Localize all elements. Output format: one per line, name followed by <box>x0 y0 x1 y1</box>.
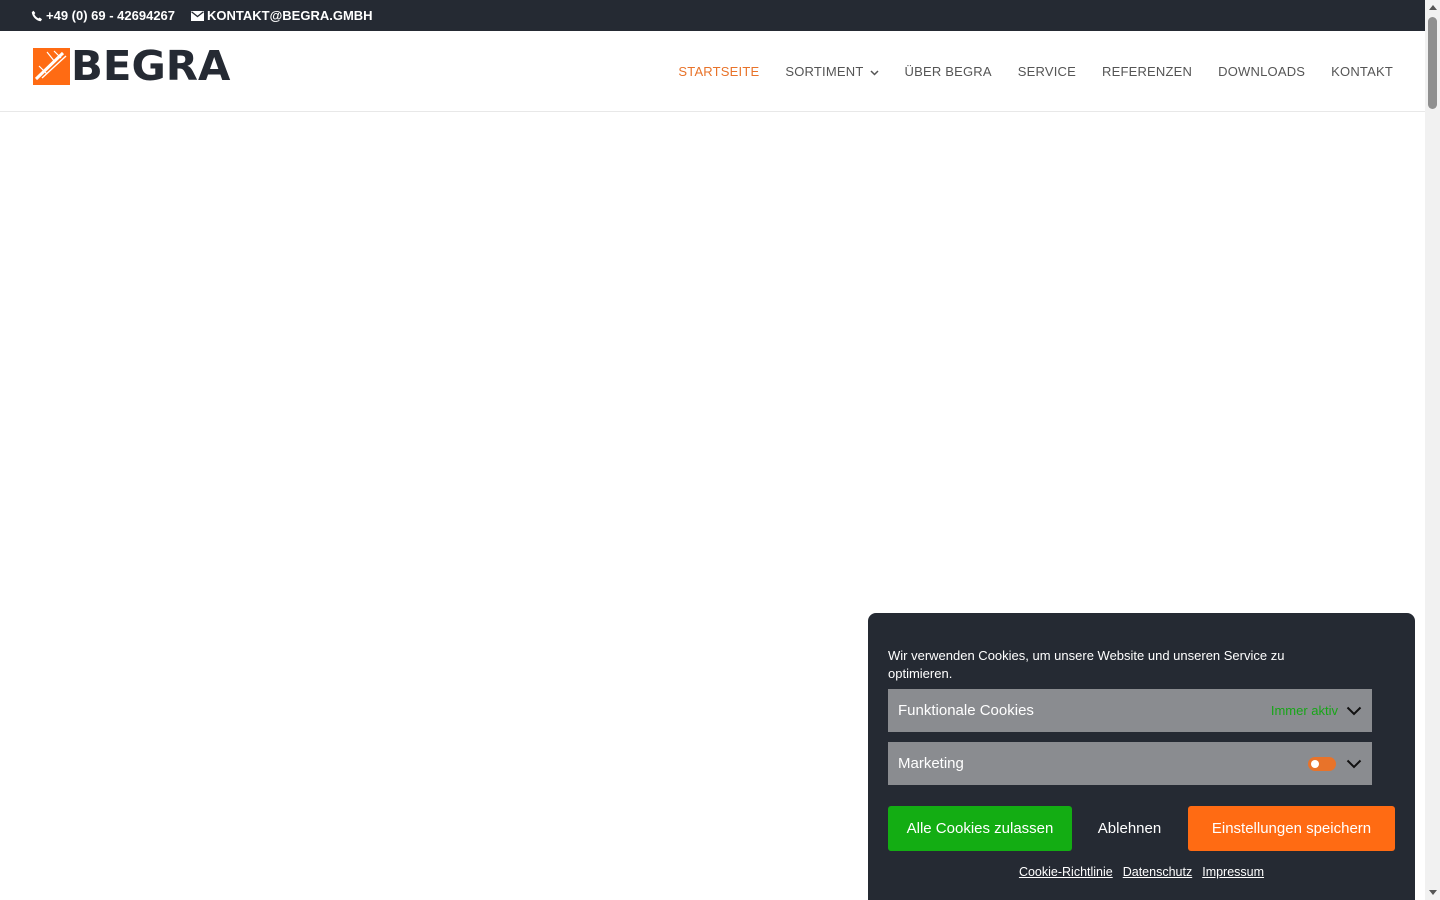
cookie-category-functional[interactable]: Funktionale Cookies Immer aktiv <box>888 689 1372 732</box>
toggle-knob <box>1311 759 1319 768</box>
privacy-link[interactable]: Datenschutz <box>1123 865 1192 879</box>
nav-item-downloads[interactable]: DOWNLOADS <box>1218 64 1305 79</box>
site-header: BEGRA STARTSEITE SORTIMENT ÜBER BEGRA SE… <box>0 31 1425 112</box>
cookie-message: Wir verwenden Cookies, um unsere Website… <box>888 648 1285 681</box>
cookie-policy-links: Cookie-Richtlinie Datenschutz Impressum <box>868 865 1415 879</box>
email-contact[interactable]: KONTAKT@BEGRA.GMBH <box>191 8 373 23</box>
scroll-thumb[interactable] <box>1428 17 1437 109</box>
category-label: Funktionale Cookies <box>898 702 1034 719</box>
nav-item-sortiment[interactable]: SORTIMENT <box>785 63 879 79</box>
phone-number: +49 (0) 69 - 42694267 <box>46 8 176 23</box>
cookie-category-marketing[interactable]: Marketing <box>888 742 1372 785</box>
nav-label: KONTAKT <box>1331 63 1393 79</box>
nav-item-kontakt[interactable]: KONTAKT <box>1331 64 1393 79</box>
nav-item-service[interactable]: SERVICE <box>1018 64 1076 79</box>
category-label: Marketing <box>898 755 964 772</box>
site-logo[interactable]: BEGRA <box>33 42 231 90</box>
phone-contact[interactable]: +49 (0) 69 - 42694267 <box>31 8 175 23</box>
scroll-down-arrow-icon[interactable] <box>1429 890 1437 895</box>
save-settings-button[interactable]: Einstellungen speichern <box>1188 806 1395 851</box>
imprint-link[interactable]: Impressum <box>1202 865 1264 879</box>
chevron-down-icon[interactable] <box>1346 706 1362 716</box>
nav-label: SERVICE <box>1017 63 1076 79</box>
chevron-down-icon[interactable] <box>1346 759 1362 769</box>
nav-item-referenzen[interactable]: REFERENZEN <box>1102 64 1192 79</box>
mail-icon <box>191 10 205 21</box>
logo-mark-icon <box>33 48 70 85</box>
chevron-down-icon <box>869 64 879 79</box>
nav-item-startseite[interactable]: STARTSEITE <box>678 64 759 79</box>
email-address: KONTAKT@BEGRA.GMBH <box>207 8 373 23</box>
scroll-up-arrow-icon[interactable] <box>1429 5 1437 10</box>
deny-cookies-button[interactable]: Ablehnen <box>1082 806 1177 851</box>
cookie-consent-banner: Wir verwenden Cookies, um unsere Website… <box>868 613 1415 900</box>
top-contact-bar: +49 (0) 69 - 42694267 KONTAKT@BEGRA.GMBH <box>0 0 1425 31</box>
cookie-policy-link[interactable]: Cookie-Richtlinie <box>1019 865 1113 879</box>
nav-label: ÜBER BEGRA <box>904 63 992 79</box>
nav-label: DOWNLOADS <box>1218 63 1306 79</box>
accept-all-cookies-button[interactable]: Alle Cookies zulassen <box>888 806 1072 851</box>
phone-icon <box>31 10 43 22</box>
marketing-toggle[interactable] <box>1308 756 1336 771</box>
nav-item-ueber-begra[interactable]: ÜBER BEGRA <box>905 64 992 79</box>
always-active-label: Immer aktiv <box>1270 703 1338 718</box>
page-scrollbar[interactable] <box>1425 0 1440 900</box>
nav-label: REFERENZEN <box>1102 63 1193 79</box>
nav-label: SORTIMENT <box>785 63 864 79</box>
nav-label: STARTSEITE <box>678 63 760 79</box>
main-navigation: STARTSEITE SORTIMENT ÜBER BEGRA SERVICE … <box>652 31 1393 111</box>
logo-text: BEGRA <box>71 42 231 90</box>
